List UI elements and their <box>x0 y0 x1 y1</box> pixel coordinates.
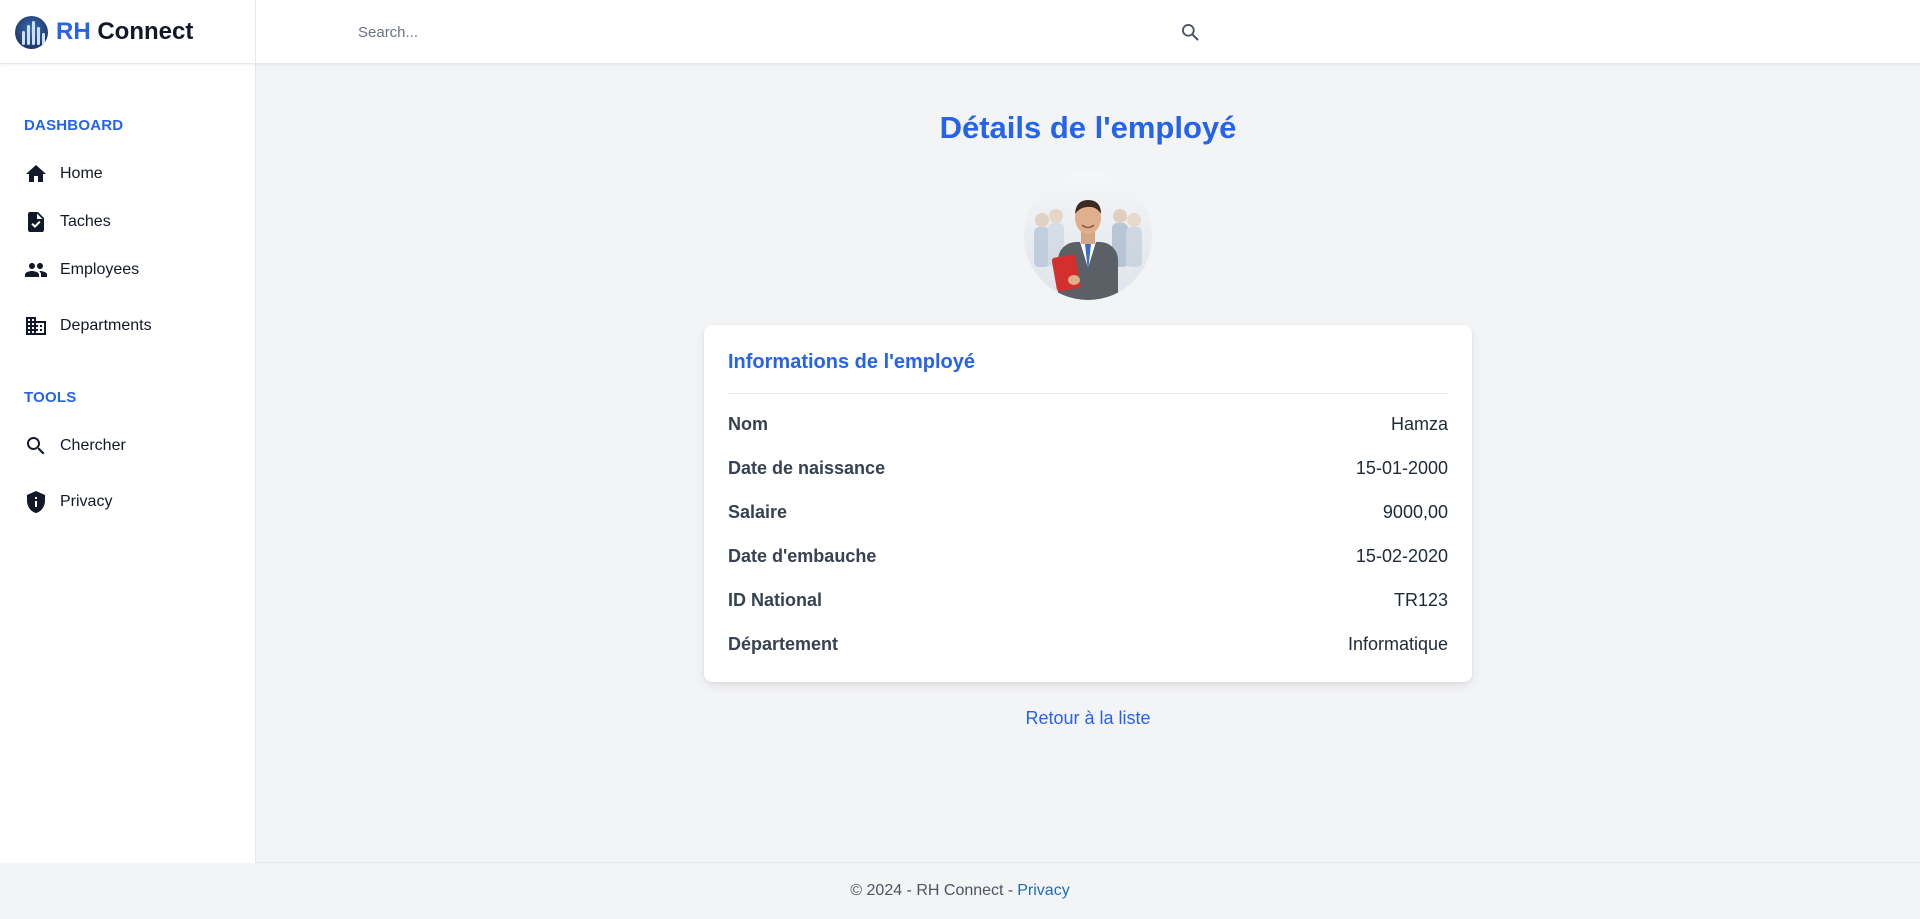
sidebar-section-tools: TOOLS <box>24 389 77 406</box>
sidebar-item-label: Home <box>60 165 103 182</box>
sidebar-item-label: Chercher <box>60 437 126 454</box>
card-title: Informations de l'employé <box>728 351 976 373</box>
sidebar-item-label: Privacy <box>60 493 113 510</box>
sidebar-item-privacy[interactable]: Privacy <box>24 484 234 520</box>
employee-photo-icon <box>1024 172 1152 300</box>
info-row-date-naissance: Date de naissance 15-01-2000 <box>728 454 1448 482</box>
sidebar-section-dashboard: DASHBOARD <box>24 117 124 134</box>
info-row-nom: Nom Hamza <box>728 410 1448 438</box>
info-value: Informatique <box>1347 633 1448 654</box>
info-label: Salaire <box>728 501 788 522</box>
brand-logo-icon <box>15 15 48 49</box>
home-icon <box>24 162 54 186</box>
info-label: Département <box>728 633 839 654</box>
sidebar-item-label: Taches <box>60 213 111 230</box>
people-icon <box>24 258 54 282</box>
search-icon <box>1182 24 1199 41</box>
employee-info-card: Informations de l'employé Nom Hamza Date… <box>704 325 1472 682</box>
search-icon <box>24 434 54 458</box>
employee-avatar <box>1024 172 1152 300</box>
sidebar-item-departments[interactable]: Departments <box>24 308 234 344</box>
footer-privacy-link[interactable]: Privacy <box>1017 882 1069 900</box>
brand-name: RH Connect <box>56 18 193 46</box>
card-divider <box>728 393 1448 394</box>
info-value: TR123 <box>1393 589 1448 610</box>
brand-prefix: RH <box>56 18 91 45</box>
sidebar: DASHBOARD Home Taches Employees Departme… <box>0 64 256 863</box>
page-title: Détails de l'employé <box>939 110 1237 145</box>
sidebar-item-taches[interactable]: Taches <box>24 204 234 240</box>
info-label: Date d'embauche <box>728 545 877 566</box>
search-bar <box>358 14 1208 50</box>
search-button[interactable] <box>1178 20 1202 44</box>
info-label: ID National <box>728 589 823 610</box>
info-value: 15-02-2020 <box>1355 545 1448 566</box>
info-row-date-embauche: Date d'embauche 15-02-2020 <box>728 542 1448 570</box>
info-value: 15-01-2000 <box>1355 457 1448 478</box>
info-value: 9000,00 <box>1382 501 1448 522</box>
info-row-salaire: Salaire 9000,00 <box>728 498 1448 526</box>
brand-suffix: Connect <box>97 18 194 45</box>
building-icon <box>24 314 54 338</box>
sidebar-item-label: Departments <box>60 317 152 334</box>
info-label: Nom <box>728 413 768 434</box>
back-link-container: Retour à la liste <box>256 708 1920 729</box>
footer-copyright: © 2024 - RH Connect - <box>850 882 1014 899</box>
sidebar-item-label: Employees <box>60 261 140 278</box>
task-icon <box>24 210 54 234</box>
sidebar-item-chercher[interactable]: Chercher <box>24 428 234 464</box>
shield-icon <box>24 490 54 514</box>
sidebar-item-employees[interactable]: Employees <box>24 252 234 288</box>
info-row-departement: Département Informatique <box>728 630 1448 658</box>
sidebar-item-home[interactable]: Home <box>24 156 234 192</box>
info-label: Date de naissance <box>728 457 886 478</box>
search-input[interactable] <box>358 14 1158 50</box>
brand[interactable]: RH Connect <box>0 0 256 64</box>
info-row-id-national: ID National TR123 <box>728 586 1448 614</box>
top-bar: RH Connect <box>0 0 1920 64</box>
info-value: Hamza <box>1390 413 1448 434</box>
footer: © 2024 - RH Connect - Privacy <box>0 862 1920 919</box>
back-to-list-link[interactable]: Retour à la liste <box>1025 708 1150 728</box>
